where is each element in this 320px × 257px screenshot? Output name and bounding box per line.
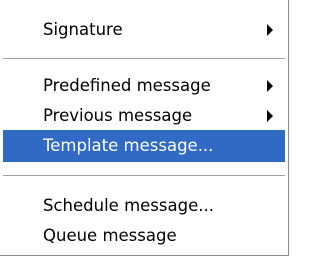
menu-separator: [3, 58, 285, 60]
submenu-arrow-icon: [267, 110, 273, 122]
menu-item-signature[interactable]: Signature: [3, 14, 285, 46]
menu-item-template-message[interactable]: Template message...: [3, 130, 285, 162]
menu-item-predefined-message[interactable]: Predefined message: [3, 70, 285, 102]
menu-item-queue-message[interactable]: Queue message: [3, 220, 285, 252]
menu-item-label: Previous message: [43, 106, 193, 125]
submenu-arrow-icon: [267, 80, 273, 92]
menu-item-label: Schedule message...: [43, 196, 214, 215]
menu-item-label: Queue message: [43, 226, 177, 245]
menu-item-label: Template message...: [43, 136, 214, 155]
menu-item-label: Predefined message: [43, 76, 211, 95]
menu-separator: [3, 175, 285, 177]
menu-item-previous-message[interactable]: Previous message: [3, 100, 285, 132]
context-menu: Signature Predefined message Previous me…: [0, 0, 289, 256]
submenu-arrow-icon: [267, 24, 273, 36]
menu-item-schedule-message[interactable]: Schedule message...: [3, 190, 285, 222]
menu-item-label: Signature: [43, 20, 123, 39]
